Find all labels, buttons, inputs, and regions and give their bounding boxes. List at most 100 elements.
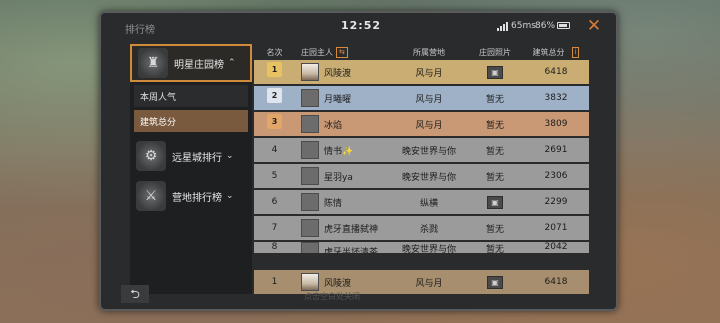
ping-value: 65ms xyxy=(511,21,536,31)
manor-emblem-icon: ♜ xyxy=(138,48,168,78)
photo-cell: 暂无 xyxy=(485,120,504,131)
score-cell: 3809 xyxy=(544,119,568,129)
camp-cell: 纵横 xyxy=(419,198,438,209)
bronze-medal-icon: 3 xyxy=(267,114,282,134)
owner-name: 虎牙直播弑神 xyxy=(324,224,379,235)
close-icon[interactable]: ✕ xyxy=(585,17,603,35)
rank-cell: 8 xyxy=(271,242,278,252)
camp-emblem-icon: ⚔ xyxy=(136,181,166,211)
camp-cell: 晚安世界与你 xyxy=(401,172,456,183)
my-score: 6418 xyxy=(544,277,568,287)
silver-medal-icon: 2 xyxy=(267,88,282,108)
avatar[interactable] xyxy=(301,242,319,253)
avatar[interactable] xyxy=(301,115,319,133)
photo-cell[interactable]: ▣ xyxy=(467,65,523,79)
my-camp: 风与月 xyxy=(415,278,443,289)
header-photo: 庄园照片 xyxy=(479,47,511,57)
swap-icon[interactable]: ⇆ xyxy=(336,46,348,58)
my-photo[interactable]: ▣ xyxy=(467,275,523,289)
signal-icon xyxy=(497,21,508,31)
my-owner-name: 风陵渡 xyxy=(324,278,352,289)
score-cell: 6418 xyxy=(544,67,568,77)
table-row[interactable]: 6 陈情 纵横 ▣ 2299 xyxy=(254,190,589,214)
owner-cell: 风陵渡 xyxy=(295,63,391,81)
status-time: 12:52 xyxy=(341,19,382,32)
header-owner-label: 庄园主人 xyxy=(301,47,333,57)
rank-cell: 1 xyxy=(254,62,295,82)
avatar[interactable] xyxy=(301,63,319,81)
owner-name: 月曦曜 xyxy=(324,94,352,105)
owner-name: 冰焰 xyxy=(324,120,343,131)
owner-name: 情书✨ xyxy=(324,146,354,157)
leaderboard-window: 排行榜 12:52 65ms 86% ✕ ♜ 明星庄园榜 ⌃ 本周人气 建筑总分… xyxy=(99,11,618,311)
chevron-up-icon: ⌃ xyxy=(228,58,236,68)
network-indicator: 65ms xyxy=(497,21,536,31)
owner-name: 星羽ya xyxy=(324,172,353,183)
category-manor-ranking[interactable]: ♜ 明星庄园榜 ⌃ xyxy=(130,44,252,82)
avatar[interactable] xyxy=(301,167,319,185)
score-cell: 2299 xyxy=(544,197,568,207)
table-body: 1 风陵渡 风与月 ▣ 6418 2 月曦曜 风与月暂无 3832 3 冰焰 风与月暂无 3809 4 情书… xyxy=(254,60,589,253)
header-score: 建筑总分 i xyxy=(523,46,589,58)
header-score-label: 建筑总分 xyxy=(532,47,565,57)
my-rank: 1 xyxy=(271,277,278,287)
score-cell: 2306 xyxy=(544,171,568,181)
rank-cell: 7 xyxy=(271,223,278,233)
photo-cell: 暂无 xyxy=(485,224,504,235)
avatar[interactable] xyxy=(301,89,319,107)
info-icon[interactable]: i xyxy=(571,46,580,58)
camp-cell: 杀戮 xyxy=(419,224,438,235)
header-owner: 庄园主人 ⇆ xyxy=(295,46,391,58)
avatar[interactable] xyxy=(301,193,319,211)
photo-icon: ▣ xyxy=(487,195,503,209)
table-row[interactable]: 3 冰焰 风与月 暂无 3809 xyxy=(254,112,589,136)
avatar[interactable] xyxy=(301,141,319,159)
table-row[interactable]: 4 情书✨ 晚安世界与你 暂无 2691 xyxy=(254,138,589,162)
table-row[interactable]: 8 虎牙半坏清茶 晚安世界与你 暂无 2042 xyxy=(254,242,589,253)
camp-cell: 晚安世界与你 xyxy=(401,245,456,253)
category-camp-ranking[interactable]: ⚔ 营地排行榜 ⌄ xyxy=(130,178,252,214)
rank-cell: 4 xyxy=(271,145,278,155)
score-cell: 2691 xyxy=(544,145,568,155)
avatar xyxy=(301,273,319,291)
category-label: 营地排行榜 xyxy=(172,192,222,204)
my-owner: 风陵渡 xyxy=(295,273,391,291)
owner-cell: 冰焰 xyxy=(295,115,391,133)
rank-cell: 3 xyxy=(254,114,295,134)
chevron-down-icon: ⌄ xyxy=(226,151,234,161)
rank-cell: 2 xyxy=(254,88,295,108)
owner-cell: 虎牙直播弑神 xyxy=(295,219,391,237)
owner-cell: 星羽ya xyxy=(295,167,391,185)
table-header: 名次 庄园主人 ⇆ 所属营地 庄园照片 建筑总分 i xyxy=(254,44,589,60)
category-city-ranking[interactable]: ⚙ 远星城排行 ⌄ xyxy=(130,138,252,174)
subitem-weekly-popularity[interactable]: 本周人气 xyxy=(134,85,248,107)
owner-cell: 虎牙半坏清茶 xyxy=(295,242,391,253)
close-hint: 点击空白处关闭 xyxy=(304,292,360,301)
back-arrow-icon[interactable]: ⮌ xyxy=(121,285,149,303)
table-row[interactable]: 2 月曦曜 风与月 暂无 3832 xyxy=(254,86,589,110)
photo-icon: ▣ xyxy=(487,275,503,289)
owner-name: 陈情 xyxy=(324,198,343,209)
camp-cell: 晚安世界与你 xyxy=(401,146,456,157)
avatar[interactable] xyxy=(301,219,319,237)
camp-cell: 风与月 xyxy=(415,94,443,105)
table-row[interactable]: 7 虎牙直播弑神 杀戮 暂无 2071 xyxy=(254,216,589,240)
score-cell: 2042 xyxy=(544,242,568,252)
owner-cell: 陈情 xyxy=(295,193,391,211)
battery-percent: 86% xyxy=(535,21,556,31)
city-emblem-icon: ⚙ xyxy=(136,141,166,171)
category-label: 明星庄园榜 xyxy=(174,59,224,71)
window-title: 排行榜 xyxy=(125,25,155,36)
photo-cell[interactable]: ▣ xyxy=(467,195,523,209)
subitem-building-score[interactable]: 建筑总分 xyxy=(134,110,248,132)
rank-cell: 6 xyxy=(271,197,278,207)
score-cell: 3832 xyxy=(544,93,568,103)
header-camp: 所属营地 xyxy=(413,47,445,57)
table-row[interactable]: 1 风陵渡 风与月 ▣ 6418 xyxy=(254,60,589,84)
table-row[interactable]: 5 星羽ya 晚安世界与你 暂无 2306 xyxy=(254,164,589,188)
header-rank: 名次 xyxy=(266,47,283,57)
photo-cell: 暂无 xyxy=(485,146,504,157)
ranking-table: 名次 庄园主人 ⇆ 所属营地 庄园照片 建筑总分 i 1 风陵渡 风与月 ▣ 6418 2… xyxy=(254,44,589,294)
rank-cell: 5 xyxy=(271,171,278,181)
camp-cell: 风与月 xyxy=(415,68,443,79)
